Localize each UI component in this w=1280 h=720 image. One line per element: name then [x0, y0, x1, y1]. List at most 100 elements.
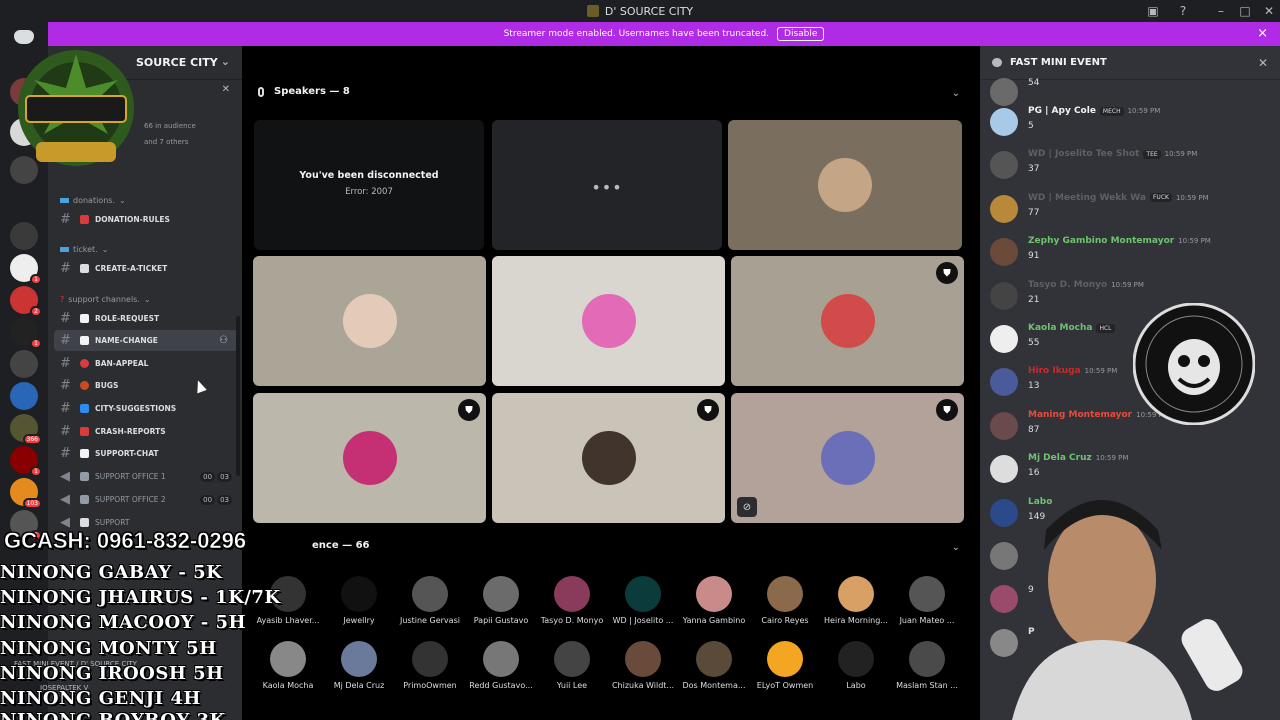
server-icon[interactable] [10, 382, 38, 410]
message-timestamp: 10:59 PM [1127, 107, 1161, 115]
sidebar-scrollbar[interactable] [236, 316, 240, 476]
audience-member[interactable]: Chizuka Wildt... [608, 641, 678, 690]
voice-channel-support-office-1[interactable]: ◀ SUPPORT OFFICE 1 00 03 [48, 466, 242, 487]
audience-member[interactable]: Cairo Reyes [750, 576, 820, 625]
channel-crash-reports[interactable]: # CRASH-REPORTS [48, 421, 242, 442]
moderator-shield-icon: ⛊ [458, 399, 480, 421]
streamer-webcam [1012, 500, 1243, 720]
channel-create-a-ticket[interactable]: # CREATE-A-TICKET [48, 258, 242, 279]
audience-member[interactable]: WD | Joselito ... [608, 576, 678, 625]
server-icon[interactable]: 1 [10, 254, 42, 285]
audience-member[interactable]: Heira Morning... [821, 576, 891, 625]
event-audience: 66 in audience and 7 others [144, 118, 196, 150]
category-support-channels[interactable]: ? support channels. ⌄ [60, 295, 151, 304]
audience-member[interactable]: Tasyo D. Monyo [537, 576, 607, 625]
chat-message[interactable]: Zephy Gambino Montemayor 10:59 PM 91 [980, 236, 1280, 280]
avatar[interactable] [990, 108, 1018, 136]
channel-role-request[interactable]: # ROLE-REQUEST [48, 308, 242, 329]
message-timestamp: 10:59 PM [1164, 150, 1198, 159]
message-author-row: WD | Joselito Tee Shot TEE 10:59 PM [1028, 149, 1197, 159]
speaker-tile[interactable]: ⛊ [492, 393, 725, 523]
avatar[interactable] [990, 325, 1018, 353]
author-name[interactable]: Mj Dela Cruz [1028, 453, 1092, 463]
audience-member[interactable]: Redd Gustavo... [466, 641, 536, 690]
audience-header[interactable]: ence — 66 [312, 540, 370, 551]
audience-member[interactable]: ELyoT Owmen [750, 641, 820, 690]
audience-member[interactable]: Dos Montema... [679, 641, 749, 690]
speaker-tile[interactable]: ⛊ [253, 393, 486, 523]
speakers-header[interactable]: Speakers — 8 [258, 86, 350, 97]
close-icon[interactable]: ✕ [222, 84, 230, 95]
server-icon[interactable]: 2 [10, 286, 42, 317]
chevron-down-icon[interactable]: ⌄ [952, 542, 960, 553]
server-icon[interactable] [10, 222, 38, 250]
minimize-button[interactable]: – [1208, 0, 1234, 22]
avatar[interactable] [990, 368, 1018, 397]
avatar[interactable] [990, 238, 1018, 267]
speaker-tile-disconnected[interactable]: You've been disconnected Error: 2007 [254, 120, 484, 250]
maximize-button[interactable]: □ [1232, 0, 1258, 22]
audience-member[interactable]: Papii Gustavo [466, 576, 536, 625]
dsource-city-logo [18, 50, 134, 166]
message-body: 5 [1028, 121, 1034, 131]
audience-member[interactable]: Justine Gervasi [395, 576, 465, 625]
category-ticket[interactable]: ticket. ⌄ [60, 245, 108, 254]
channel-name-change[interactable]: # NAME-CHANGE ⚇ [54, 330, 238, 351]
author-name[interactable]: Tasyo D. Monyo [1028, 280, 1107, 290]
speaker-tile[interactable]: ⛊ [731, 256, 964, 386]
avatar [554, 641, 590, 677]
audience-member[interactable]: Juan Mateo ... [892, 576, 962, 625]
speaker-tile-loading[interactable]: ••• [492, 120, 722, 250]
server-icon[interactable]: 1 [10, 318, 42, 349]
add-member-icon[interactable]: ⚇ [219, 335, 228, 346]
speaker-tile[interactable]: ⛊ ⊘ [731, 393, 964, 523]
server-icon[interactable] [10, 350, 38, 378]
chat-message[interactable]: WD | Joselito Tee Shot TEE 10:59 PM 37 [980, 149, 1280, 193]
channel-donation-rules[interactable]: # DONATION-RULES [48, 209, 242, 230]
speaker-tile[interactable] [253, 256, 486, 386]
chevron-down-icon[interactable]: ⌄ [952, 88, 960, 99]
author-name[interactable]: WD | Meeting Wekk Wa [1028, 193, 1146, 203]
inbox-icon[interactable]: ▣ [1140, 0, 1166, 22]
audience-member[interactable]: Labo [821, 641, 891, 690]
author-name[interactable]: PG | Apy Cole [1028, 106, 1096, 116]
help-icon[interactable]: ? [1170, 0, 1196, 22]
speaker-tile[interactable] [492, 256, 725, 386]
channel-ban-appeal[interactable]: # BAN-APPEAL [48, 353, 242, 374]
channel-support-chat[interactable]: # SUPPORT-CHAT [48, 443, 242, 464]
banner-close-icon[interactable]: × [1257, 26, 1268, 41]
avatar[interactable] [990, 281, 1018, 310]
audience-member[interactable]: Kaola Mocha [253, 641, 323, 690]
chevron-down-icon[interactable]: ⌄ [221, 55, 230, 68]
server-icon[interactable]: 1 [10, 446, 42, 477]
avatar[interactable] [990, 78, 1018, 106]
author-name[interactable]: Hiro Ikuga [1028, 366, 1081, 376]
author-name[interactable]: WD | Joselito Tee Shot [1028, 149, 1139, 159]
channel-bugs[interactable]: # BUGS [48, 375, 242, 396]
author-name[interactable]: Kaola Mocha [1028, 323, 1092, 333]
avatar[interactable] [990, 411, 1018, 440]
banner-disable-button[interactable]: Disable [777, 27, 825, 41]
audience-member[interactable]: Yanna Gambino [679, 576, 749, 625]
chat-message[interactable]: WD | Meeting Wekk Wa FUCK 10:59 PM 77 [980, 193, 1280, 237]
audience-member[interactable]: Yuii Lee [537, 641, 607, 690]
server-icon[interactable]: 103 [10, 478, 42, 509]
audience-member[interactable]: Jewellry [324, 576, 394, 625]
author-name[interactable]: Zephy Gambino Montemayor [1028, 236, 1174, 246]
voice-channel-support-office-2[interactable]: ◀ SUPPORT OFFICE 2 00 03 [48, 489, 242, 510]
server-icon[interactable]: 366 [10, 414, 42, 445]
avatar[interactable] [990, 194, 1018, 223]
speaker-tile[interactable] [728, 120, 962, 250]
category-donations[interactable]: donations. ⌄ [60, 196, 126, 205]
message-body: 16 [1028, 468, 1040, 479]
avatar[interactable] [990, 151, 1018, 180]
chat-message[interactable]: PG | Apy Cole MECH 10:59 PM 5 [980, 106, 1280, 150]
close-icon[interactable]: ✕ [1258, 56, 1268, 70]
avatar[interactable] [990, 455, 1018, 484]
channel-city-suggestions[interactable]: # CITY-SUGGESTIONS [48, 398, 242, 419]
author-name[interactable]: Maning Montemayor [1028, 410, 1132, 420]
audience-member[interactable]: PrimoOwmen [395, 641, 465, 690]
audience-member[interactable]: Maslam Stan ... [892, 641, 962, 690]
audience-member[interactable]: Mj Dela Cruz [324, 641, 394, 690]
close-window-button[interactable]: ✕ [1256, 0, 1280, 22]
